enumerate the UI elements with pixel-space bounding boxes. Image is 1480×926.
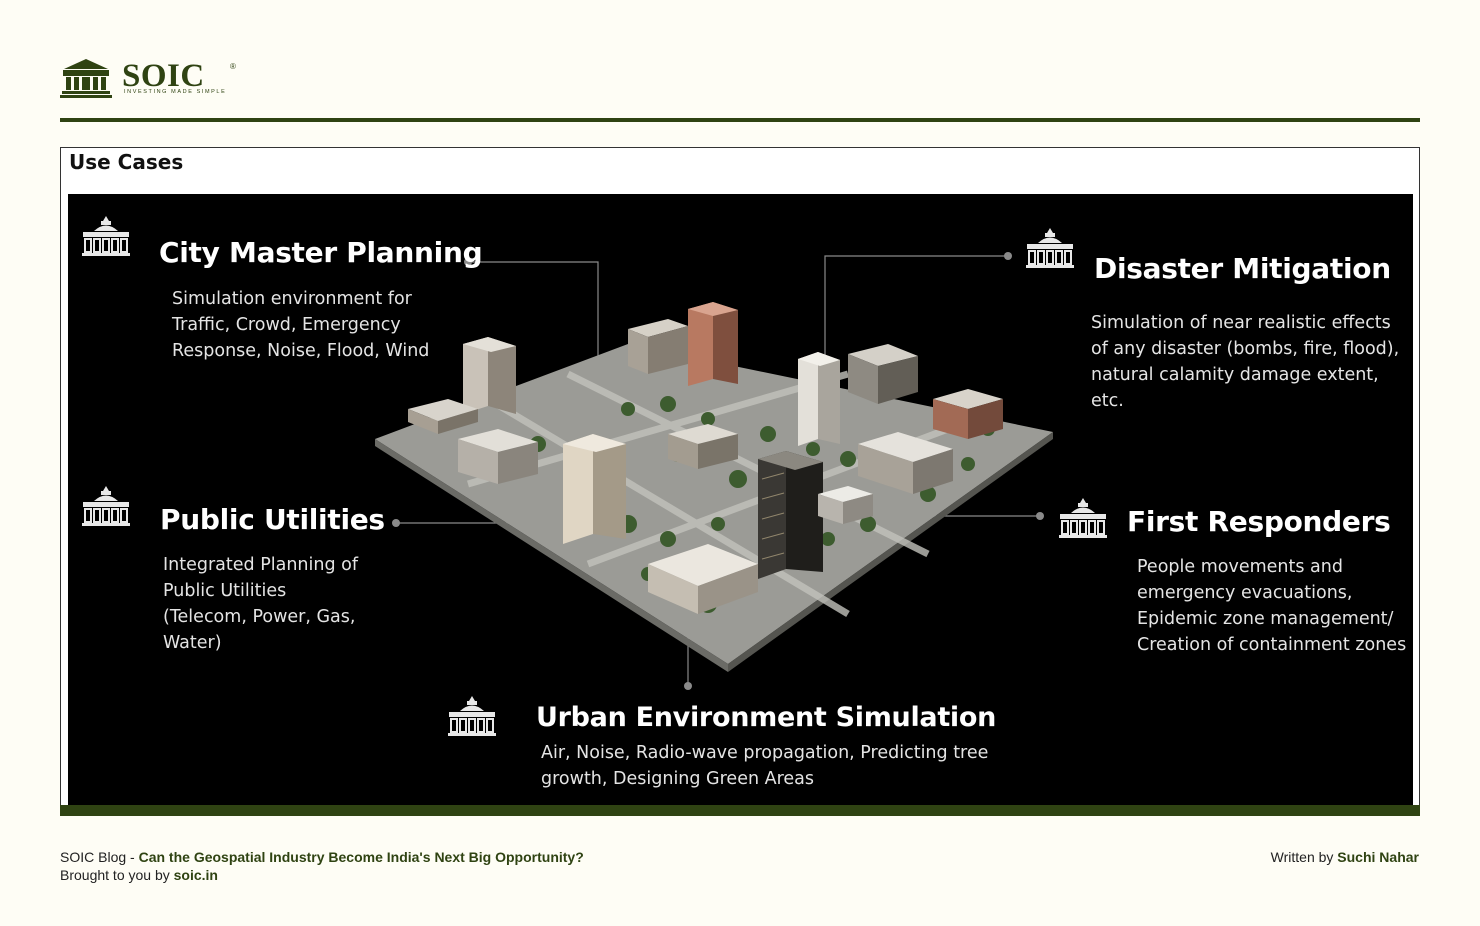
footer-blog-line: SOIC Blog - Can the Geospatial Industry …	[60, 849, 584, 865]
use-case-description-public-utilities: Integrated Planning of Public Utilities …	[163, 555, 359, 653]
brand-tagline: INVESTING MADE SIMPLE	[124, 89, 227, 95]
footer-site-link[interactable]: soic.in	[174, 867, 218, 883]
use-case-description-disaster-mitigation: Simulation of near realistic effects of …	[1091, 313, 1400, 411]
government-building-icon	[82, 486, 130, 526]
use-case-title-public-utilities: Public Utilities	[160, 503, 385, 536]
use-case-description-urban-environment-simulation: Air, Noise, Radio-wave propagation, Pred…	[541, 743, 989, 789]
use-case-title-city-master-planning: City Master Planning	[159, 236, 483, 269]
use-case-description-first-responders: People movements and emergency evacuatio…	[1137, 557, 1407, 655]
footer-blog-title[interactable]: Can the Geospatial Industry Become India…	[139, 849, 584, 865]
government-building-icon	[448, 696, 496, 736]
government-building-icon	[1026, 228, 1074, 268]
brand-logo[interactable]: SOIC ® INVESTING MADE SIMPLE	[60, 58, 242, 98]
government-building-icon	[1059, 498, 1107, 538]
content-frame: Use Cases City Master Planning Simulatio…	[60, 147, 1420, 809]
use-case-title-urban-environment-simulation: Urban Environment Simulation	[536, 702, 997, 733]
footer-left: SOIC Blog - Can the Geospatial Industry …	[60, 848, 584, 884]
section-title: Use Cases	[69, 150, 184, 174]
bank-building-icon	[60, 59, 112, 98]
content-bottom-bar	[60, 805, 1420, 816]
use-case-title-first-responders: First Responders	[1127, 505, 1391, 538]
brand-registered-mark: ®	[230, 62, 236, 71]
use-cases-panel: City Master Planning Simulation environm…	[68, 194, 1413, 808]
author-name: Suchi Nahar	[1337, 849, 1419, 865]
use-case-title-disaster-mitigation: Disaster Mitigation	[1094, 252, 1391, 285]
government-building-icon	[82, 216, 130, 256]
header-divider	[60, 118, 1420, 122]
footer-author: Written by Suchi Nahar	[1270, 849, 1419, 865]
footer-brought-line: Brought to you by soic.in	[60, 867, 218, 883]
use-case-description-city-master-planning: Simulation environment for Traffic, Crow…	[172, 289, 430, 361]
